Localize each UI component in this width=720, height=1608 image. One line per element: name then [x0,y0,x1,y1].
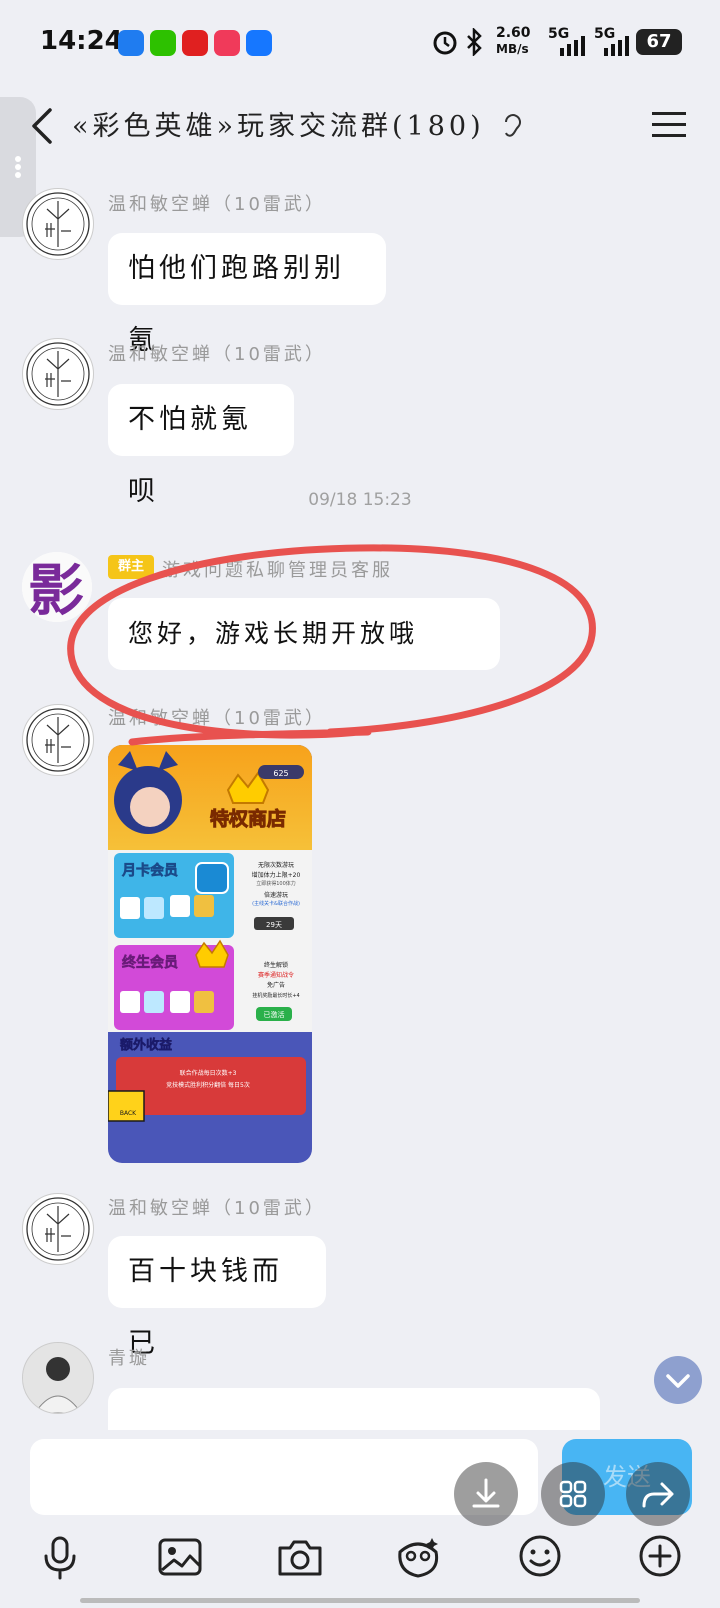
extra-line-1: 联合作战每日次数+3 [180,1069,237,1077]
status-bar: 14:24 2.60 MB/s 5G 5G 67 [0,0,720,86]
sigil-avatar-icon [26,342,90,406]
scroll-down-button[interactable] [654,1356,702,1404]
menu-icon[interactable] [652,110,686,140]
status-time: 14:24 [40,26,123,56]
monthly-days: 29天 [266,921,282,929]
lifetime-title: 终生会员 [122,954,178,971]
shop-title: 特权商店 [210,807,286,830]
app-icon-notes [118,30,144,56]
sigil-avatar-icon [26,708,90,772]
add-icon[interactable] [636,1532,684,1580]
avatar[interactable] [22,1193,94,1265]
share-button[interactable] [626,1462,690,1526]
svg-text:影: 影 [28,558,84,622]
home-indicator[interactable] [80,1598,640,1603]
net-speed: 2.60 MB/s [496,25,531,57]
back-arrow-icon[interactable] [26,104,62,148]
bluetooth-icon [467,28,482,56]
monthly-line-3: 立即获得100体力 [256,880,296,887]
image-icon[interactable] [156,1532,204,1580]
chevron-down-icon [666,1374,690,1388]
back-label: BACK [120,1110,137,1117]
share-arrow-icon [642,1482,674,1508]
monthly-line-5: (主线关卡&联合作战) [252,900,300,907]
person-avatar-icon [23,1343,93,1413]
download-button[interactable] [454,1462,518,1526]
net-speed-unit: MB/s [496,42,529,56]
game-shop-illustration: 625 特权商店 月卡会员 无限次数游玩 增加体力上限+20 立即获得100体力… [108,745,312,1163]
monthly-title: 月卡会员 [121,862,178,879]
lifetime-line-1: 终生解锁 [264,961,288,969]
sender-name: 温和敏空蝉（10雷武） [108,194,326,215]
download-icon [472,1478,500,1508]
monthly-line-1: 无限次数游玩 [258,861,294,869]
monthly-line-2: 增加体力上限+20 [252,871,301,879]
message-bubble[interactable]: 不怕就氪呗 [108,384,294,507]
message-bubble[interactable]: 怕他们跑路别别氪 [108,233,386,356]
emoji-icon[interactable] [516,1532,564,1580]
ear-icon[interactable] [500,110,524,140]
lifetime-line-4: 挂机奖励最长时长+4 [252,992,299,999]
avatar[interactable] [22,188,94,260]
grid-icon [559,1480,587,1508]
shop-score: 625 [273,769,288,778]
extra-title: 额外收益 [120,1037,172,1053]
wechat-icon [150,30,176,56]
sender-name: 温和敏空蝉（10雷武） [108,344,326,365]
extra-line-2: 竞技模式胜利积分翻倍 每日5次 [166,1081,250,1089]
message-bubble[interactable]: 百十块钱而已 [108,1236,326,1359]
calligraphy-avatar-icon: 影 [22,552,92,622]
signal-bars-1-icon [560,36,585,56]
avatar[interactable] [22,704,94,776]
message-bubble[interactable]: 您好，游戏长期开放哦 [108,598,500,670]
lifetime-line-3: 免广告 [267,981,285,989]
sigil-avatar-icon [26,1197,90,1261]
app-icon-map [246,30,272,56]
avatar[interactable]: 影 [22,552,92,622]
sticker-face-icon[interactable] [394,1532,442,1580]
game-screenshot-image[interactable]: 625 特权商店 月卡会员 无限次数游玩 增加体力上限+20 立即获得100体力… [108,745,312,1163]
chat-title[interactable]: «彩色英雄»玩家交流群(180) [72,104,485,143]
sender-name: 温和敏空蝉（10雷武） [108,708,326,729]
message-timestamp: 09/18 15:23 [308,490,412,510]
sender-name: 青璇 [108,1348,150,1369]
alarm-icon [433,31,457,55]
net-speed-value: 2.60 [496,25,531,41]
signal-bars-2-icon [604,36,629,56]
microphone-icon[interactable] [36,1532,84,1580]
avatar[interactable] [22,1342,94,1414]
sender-name: 温和敏空蝉（10雷武） [108,1198,326,1219]
lifetime-status: 已激活 [264,1010,285,1019]
battery-indicator: 67 [636,29,682,55]
avatar[interactable] [22,338,94,410]
owner-badge: 群主 [108,555,154,579]
camera-icon[interactable] [276,1532,324,1580]
grid-button[interactable] [541,1462,605,1526]
lifetime-line-2: 赛季通知战令 [258,971,294,979]
monthly-line-4: 倍速游玩 [264,891,288,899]
netease-music-icon [182,30,208,56]
sigil-avatar-icon [26,192,90,256]
sender-name: 游戏问题私聊管理员客服 [162,560,393,581]
app-icon-game [214,30,240,56]
